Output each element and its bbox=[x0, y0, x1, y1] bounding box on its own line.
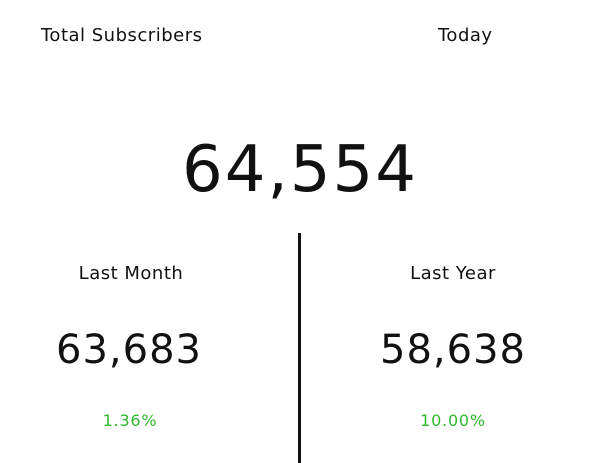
last-month-stat: Last Month 63,683 1.36% bbox=[0, 0, 260, 463]
last-year-stat: Last Year 58,638 10.00% bbox=[323, 0, 583, 463]
subscribers-widget: Total Subscribers Today 64,554 Last Mont… bbox=[0, 0, 600, 463]
last-year-change: 10.00% bbox=[420, 411, 486, 430]
last-year-value: 58,638 bbox=[380, 327, 526, 373]
last-month-change: 1.36% bbox=[102, 411, 158, 430]
last-month-value: 63,683 bbox=[56, 327, 202, 373]
column-divider bbox=[298, 233, 301, 463]
last-year-label: Last Year bbox=[410, 263, 496, 284]
last-month-label: Last Month bbox=[78, 263, 184, 284]
